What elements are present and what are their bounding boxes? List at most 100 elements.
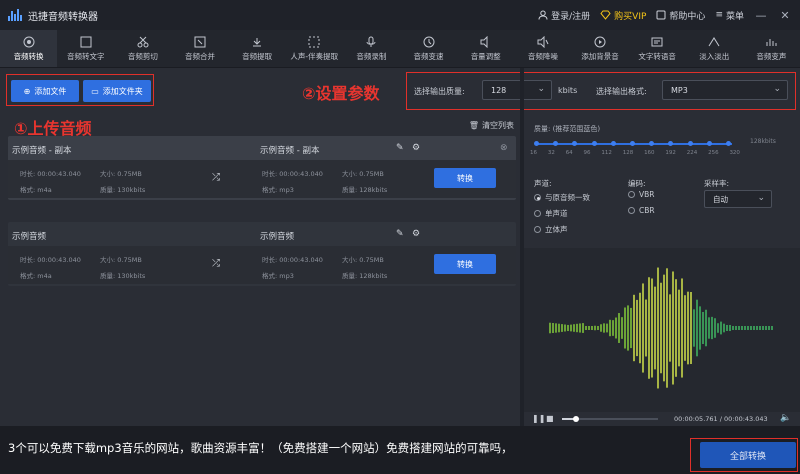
tool-label: 音频变声 [756, 51, 787, 61]
play-pause-icon[interactable]: ❚❚ [532, 414, 545, 423]
menu-icon: ≡ [715, 10, 723, 20]
format-label: 选择输出格式: [596, 87, 647, 96]
clear-list-button[interactable]: 🗑 清空列表 [469, 120, 514, 131]
source-size: 大小: 0.75MB [100, 256, 142, 264]
radio-icon [534, 226, 541, 233]
channel-option[interactable]: 与原音频一致 [534, 192, 590, 203]
output-size: 大小: 0.75MB [342, 170, 384, 178]
quality-ticks: 16 32 64 96 112 128 160 192 224 256 320 [530, 150, 740, 156]
merge-icon [194, 36, 206, 47]
encoding-option[interactable]: VBR [628, 190, 655, 199]
encoding-option[interactable]: CBR [628, 206, 655, 215]
tool-convert[interactable]: 音频转换 [0, 30, 58, 67]
convert-button[interactable]: 转换 [434, 254, 496, 274]
tool-denoise[interactable]: 音频降噪 [514, 30, 571, 67]
tool-speed[interactable]: 音频变速 [400, 30, 457, 67]
source-format: 格式: m4a [20, 186, 52, 194]
tool-microphone[interactable]: 音频录制 [343, 30, 400, 67]
quality-tick-dot[interactable] [630, 141, 635, 146]
output-name: 示例音频 [260, 232, 295, 242]
samplerate-value: 自动 [713, 194, 728, 204]
gear-icon[interactable]: ⚙ [412, 229, 420, 239]
format-select[interactable]: MP3 ⌄ [662, 80, 788, 100]
plus-circle-icon: ⊕ [23, 86, 31, 96]
add-file-button[interactable]: ⊕ 添加文件 [11, 80, 79, 102]
close-icon[interactable]: ⊗ [500, 143, 508, 153]
output-size: 大小: 0.75MB [342, 256, 384, 264]
tool-label: 音量调整 [470, 51, 501, 61]
quality-select[interactable]: 128 ⌄ [482, 80, 552, 100]
tool-background-music[interactable]: 添加背景音 [571, 30, 628, 67]
title-bar: 迅捷音频转换器 登录/注册 购买VIP 帮助中心 ≡ 菜单 — ✕ [0, 0, 800, 30]
extract-icon [253, 37, 262, 46]
stop-icon[interactable]: ■ [546, 414, 554, 423]
channel-option[interactable]: 单声道 [534, 208, 568, 219]
output-duration: 时长: 00:00:43.040 [262, 170, 323, 178]
source-duration: 时长: 00:00:43.040 [20, 256, 81, 264]
convert-button[interactable]: 转换 [434, 168, 496, 188]
edit-icon[interactable]: ✎ [396, 229, 404, 239]
caption-banner: 3个可以免费下载mp3音乐的网站，歌曲资源丰富！（免费搭建一个网站）免费搭建网站… [0, 426, 800, 474]
file-card[interactable]: 示例音频 示例音频 ✎ ⚙ 时长: 00:00:43.040 大小: 0.75M… [8, 222, 516, 286]
vip-label: 购买VIP [614, 11, 647, 22]
output-quality: 质量: 128kbits [342, 186, 388, 194]
minimize-button[interactable]: — [754, 9, 768, 22]
output-quality: 质量: 128kbits [342, 272, 388, 280]
quality-tick-dot[interactable] [610, 141, 616, 146]
tool-speech-to-text[interactable]: 音频转文字 [57, 30, 114, 67]
tool-scissors[interactable]: 音频剪切 [114, 30, 171, 67]
quality-tick-dot[interactable] [706, 141, 712, 146]
encoding-title: 编码: [628, 179, 646, 188]
samplerate-select[interactable]: 自动 ⌄ [704, 190, 772, 208]
menu-button[interactable]: ≡ 菜单 [715, 9, 744, 22]
close-button[interactable]: ✕ [778, 9, 792, 22]
tool-extract[interactable]: 音频提取 [229, 30, 286, 67]
speed-icon [423, 36, 435, 47]
quality-tick-label: 128 [622, 150, 634, 156]
help-button[interactable]: 帮助中心 [656, 9, 705, 22]
tool-volume[interactable]: 音量调整 [457, 30, 514, 67]
time-readout: 00:00:05.761 / 00:00:43.043 [674, 415, 768, 423]
feature-toolbar: 音频转换 音频转文字 音频剪切 音频合并 音频提取 人声-伴奏提取 音频录制 音频变速 音量调整… [0, 30, 800, 68]
quality-tick-dot[interactable] [726, 141, 731, 146]
denoise-icon [537, 35, 549, 48]
progress-track[interactable] [562, 416, 658, 422]
logo-icon [8, 9, 22, 21]
add-folder-button[interactable]: ▭ 添加文件夹 [83, 80, 151, 102]
menu-label: 菜单 [725, 11, 744, 22]
chevron-down-icon: ⌄ [757, 193, 765, 203]
tool-label: 音频剪切 [127, 51, 158, 61]
tool-label: 音频录制 [356, 51, 387, 61]
quality-tick-dot[interactable] [687, 141, 693, 146]
login-button[interactable]: 登录/注册 [538, 9, 590, 22]
app-logo: 迅捷音频转换器 [8, 8, 98, 23]
tool-label: 人声-伴奏提取 [290, 51, 339, 61]
file-card[interactable]: 示例音频 - 副本 示例音频 - 副本 ✎ ⚙ ⊗ 时长: 00:00:43.0… [8, 136, 516, 200]
fade-icon [708, 36, 720, 46]
tool-voice-change[interactable]: 音频变声 [743, 30, 800, 67]
convert-all-button[interactable]: 全部转换 [700, 442, 796, 468]
tool-fade[interactable]: 淡入淡出 [686, 30, 743, 67]
progress-handle[interactable] [572, 416, 579, 422]
quality-tick-dot[interactable] [591, 141, 597, 146]
channel-option[interactable]: 立体声 [534, 224, 568, 235]
encoding-label: CBR [639, 206, 655, 215]
edit-icon[interactable]: ✎ [396, 143, 404, 153]
source-name: 示例音频 - 副本 [12, 146, 72, 156]
tool-vocal-split[interactable]: 人声-伴奏提取 [286, 30, 343, 67]
gear-icon[interactable]: ⚙ [412, 143, 420, 153]
quality-tick-dot[interactable] [534, 141, 539, 146]
add-file-label: 添加文件 [34, 86, 67, 96]
speaker-icon[interactable]: 🔈 [780, 413, 791, 423]
tool-merge[interactable]: 音频合并 [171, 30, 228, 67]
tool-label: 音频提取 [242, 51, 273, 61]
caption-text: 3个可以免费下载mp3音乐的网站，歌曲资源丰富！（免费搭建一个网站）免费搭建网站… [8, 441, 513, 455]
chevron-down-icon: ⌄ [537, 84, 545, 94]
quality-value: 128 [491, 85, 507, 95]
quality-slider[interactable] [534, 141, 732, 146]
output-duration: 时长: 00:00:43.040 [262, 256, 323, 264]
channel-label: 立体声 [545, 225, 568, 234]
tool-label: 音频变速 [413, 51, 444, 61]
vip-button[interactable]: 购买VIP [600, 9, 646, 22]
tool-text-to-speech[interactable]: 文字转语音 [629, 30, 686, 67]
